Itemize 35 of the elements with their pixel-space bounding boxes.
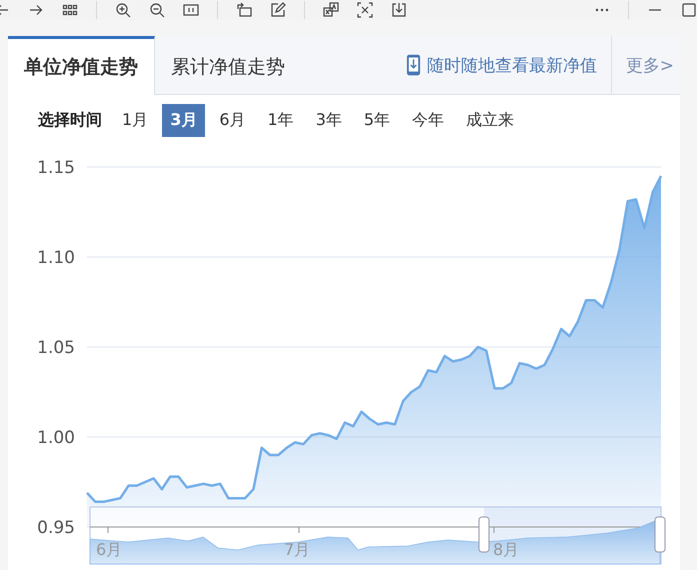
maximize-icon[interactable] <box>681 2 697 18</box>
phone-download-icon <box>406 53 421 77</box>
y-axis-label: 1.05 <box>37 338 75 358</box>
select-icon[interactable] <box>357 2 373 18</box>
period-option[interactable]: 成立来 <box>458 104 522 137</box>
promo-text: 随时随地查看最新净值 <box>426 54 597 76</box>
overview-axis-label: 8月 <box>493 540 520 559</box>
rotate-icon[interactable] <box>236 2 252 18</box>
period-option[interactable]: 6月 <box>211 104 254 137</box>
overview-slider[interactable] <box>90 506 662 564</box>
overview-axis-label: 6月 <box>96 540 122 559</box>
download-icon[interactable] <box>391 2 407 18</box>
y-axis-label: 1.00 <box>37 428 75 448</box>
chart-tab[interactable]: 单位净值走势 <box>8 36 155 95</box>
period-option[interactable]: 1月 <box>114 104 156 137</box>
range-handle[interactable] <box>478 516 490 552</box>
y-axis-label: 1.15 <box>37 158 75 178</box>
period-option[interactable]: 今年 <box>404 104 452 137</box>
edit-icon[interactable] <box>270 2 286 18</box>
y-axis-label: 0.95 <box>37 518 75 538</box>
range-handle[interactable] <box>654 516 666 552</box>
y-axis-label: 1.10 <box>37 248 75 268</box>
period-option[interactable]: 3年 <box>308 104 350 137</box>
grid-icon[interactable] <box>62 2 78 18</box>
zoom-out-icon[interactable] <box>149 2 165 18</box>
period-option[interactable]: 5年 <box>356 104 398 137</box>
translate-icon[interactable] <box>323 2 339 18</box>
fit-page-icon[interactable] <box>183 2 199 18</box>
promo-link[interactable]: 随时随地查看最新净值 <box>406 36 612 94</box>
period-label: 选择时间 <box>38 110 102 131</box>
zoom-in-icon[interactable] <box>115 2 131 18</box>
period-option[interactable]: 1年 <box>260 104 302 137</box>
period-option[interactable]: 3月 <box>162 104 206 137</box>
chart-tab[interactable]: 累计净值走势 <box>155 36 301 94</box>
overview-axis-label: 7月 <box>284 540 310 559</box>
